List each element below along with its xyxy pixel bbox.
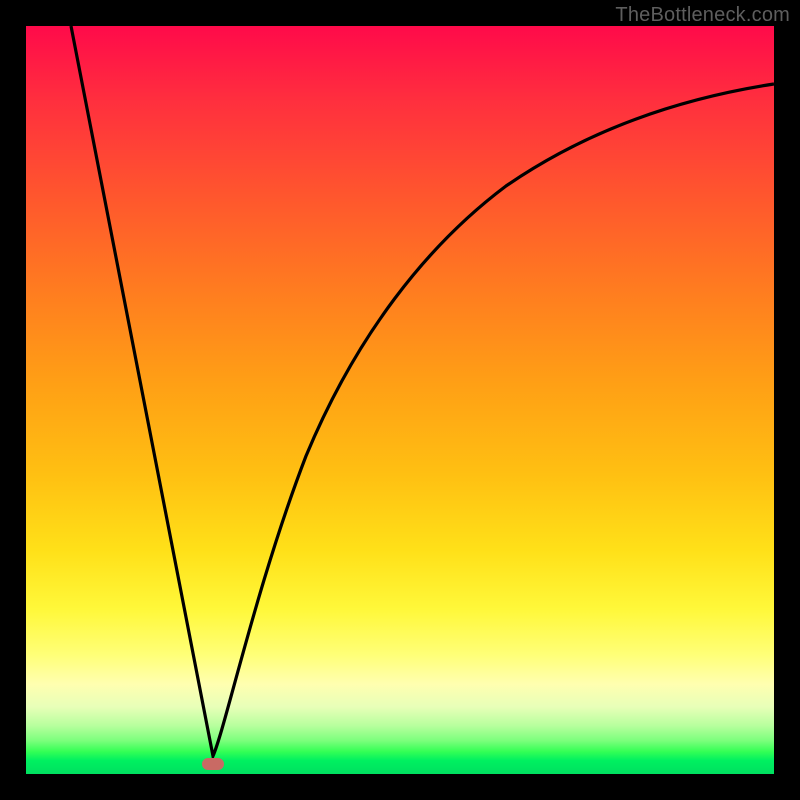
bottleneck-curve: [26, 26, 774, 774]
curve-path: [71, 26, 774, 756]
chart-frame: TheBottleneck.com: [0, 0, 800, 800]
attribution-text: TheBottleneck.com: [615, 4, 790, 27]
plot-area: [26, 26, 774, 774]
optimum-marker: [202, 758, 224, 770]
